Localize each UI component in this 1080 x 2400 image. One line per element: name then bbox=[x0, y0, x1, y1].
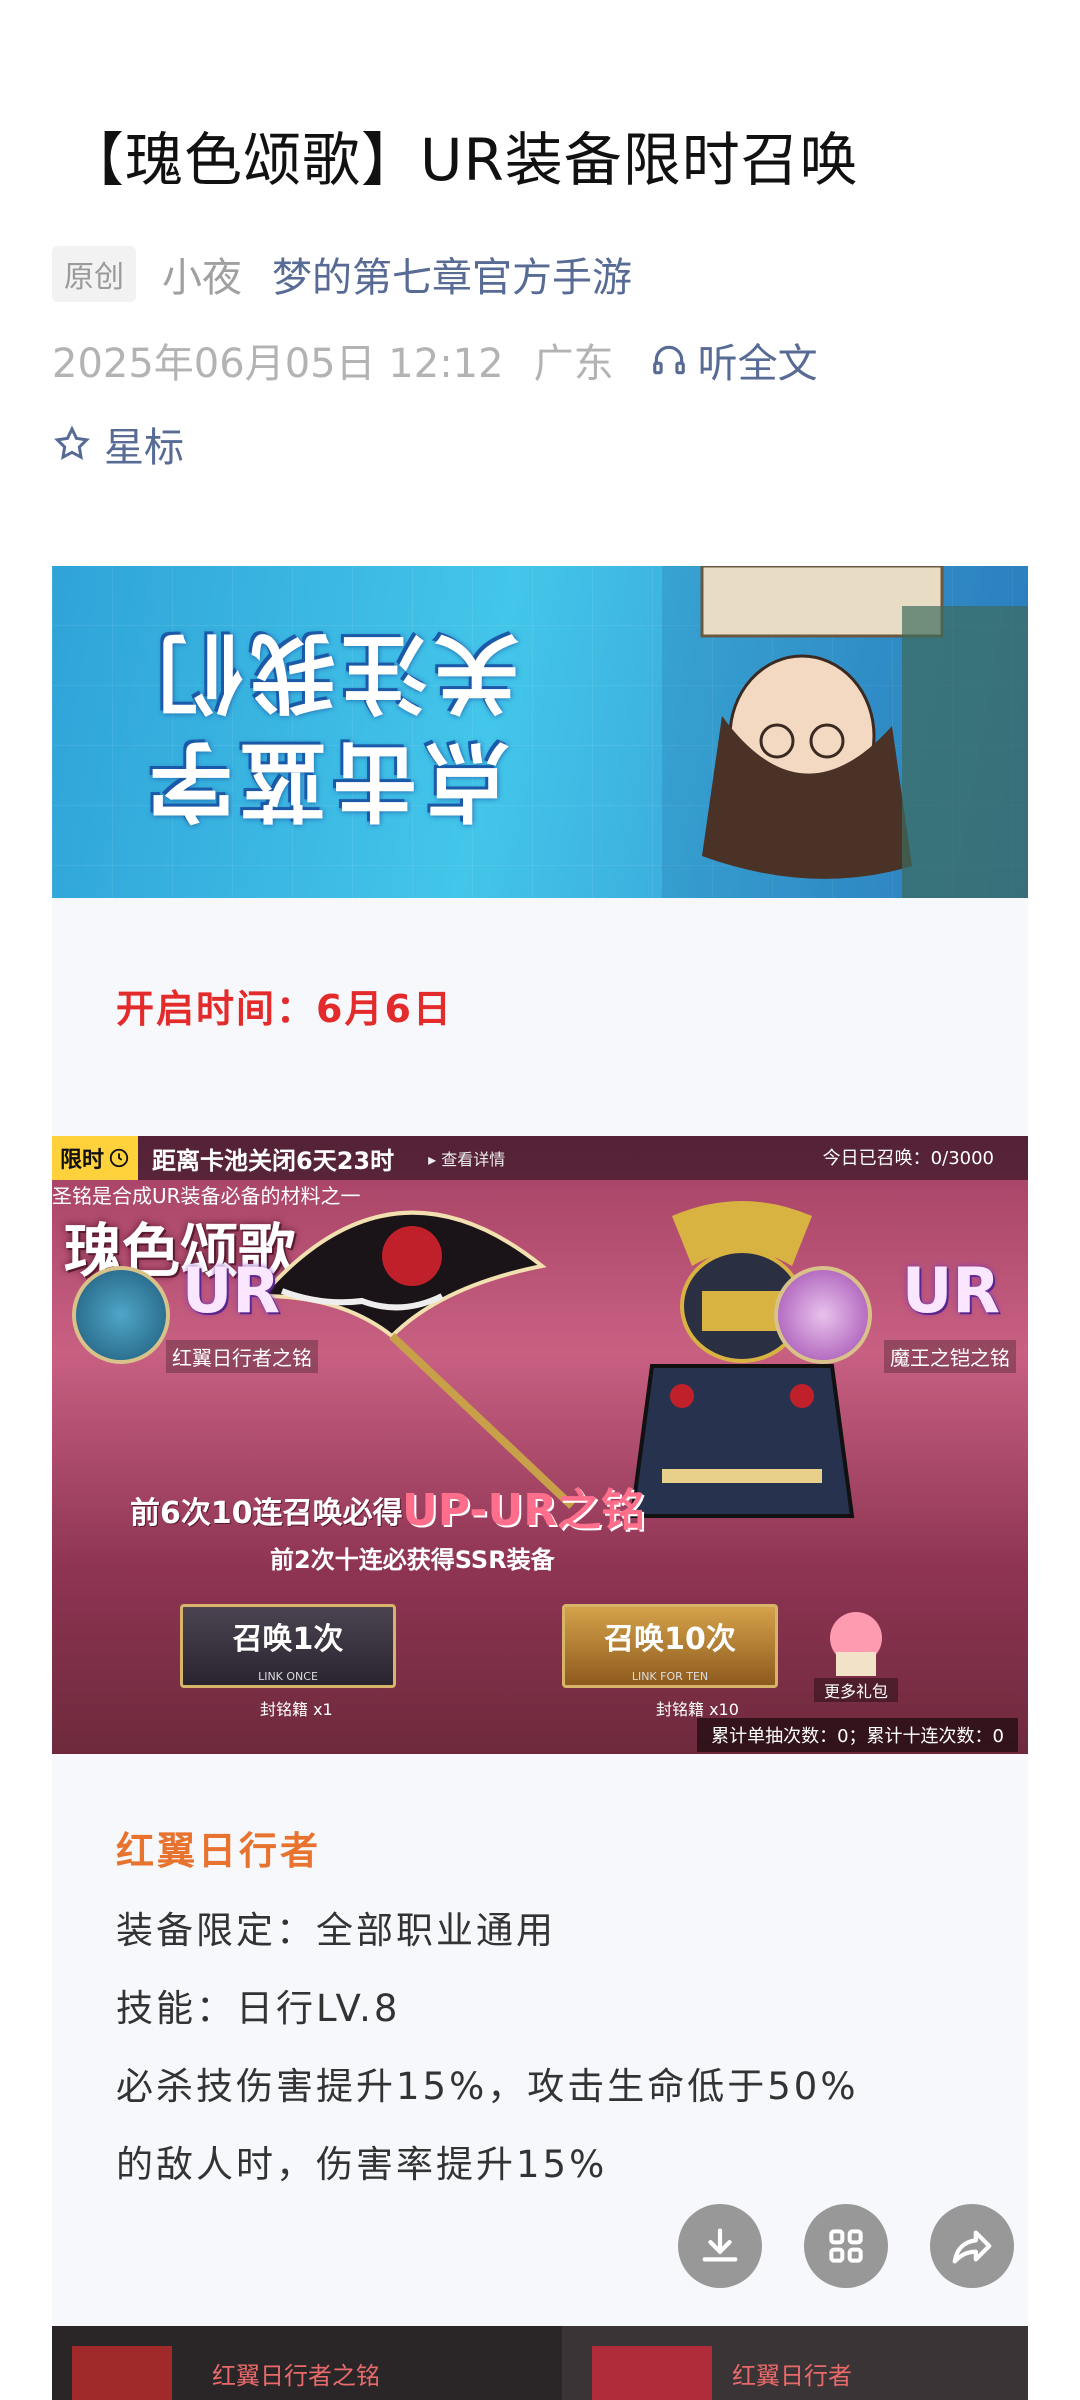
summon-once-button: 召唤1次 LINK ONCE bbox=[180, 1604, 396, 1688]
summon-ten-button: 召唤10次 LINK FOR TEN bbox=[562, 1604, 778, 1688]
right-item-emblem bbox=[774, 1266, 872, 1364]
star-label: 星标 bbox=[104, 425, 184, 471]
limited-badge: 限时 bbox=[52, 1136, 139, 1180]
share-icon bbox=[952, 2230, 992, 2264]
grid-icon bbox=[829, 2229, 863, 2263]
article-title: 【瑰色颂歌】UR装备限时召唤 bbox=[66, 126, 859, 194]
more-gifts-label: 更多礼包 bbox=[814, 1678, 898, 1702]
summon-ten-sub: LINK FOR TEN bbox=[631, 1670, 709, 1683]
pool-countdown: 距离卡池关闭6天23时 bbox=[152, 1146, 395, 1175]
summon-counter: 累计单抽次数：0；累计十连次数：0 bbox=[697, 1718, 1018, 1752]
strip-right-cell: 红翼日行者 bbox=[562, 2326, 1028, 2400]
summon-once-sub: LINK ONCE bbox=[258, 1670, 318, 1683]
next-image-strip: 红翼日行者之铭 红翼日行者 bbox=[52, 2326, 1028, 2400]
listen-label: 听全文 bbox=[697, 341, 818, 387]
banner-text-line1: 关注我们 bbox=[152, 622, 520, 722]
game-top-bar: 限时 距离卡池关闭6天23时 ▸ 查看详情 今日已召唤：0/3000 bbox=[52, 1136, 1028, 1180]
summon-screenshot: 限时 距离卡池关闭6天23时 ▸ 查看详情 今日已召唤：0/3000 圣铭是合成… bbox=[52, 1136, 1028, 1754]
banner-text-line2: 点击蓝字 bbox=[142, 730, 510, 830]
strip-right-label: 红翼日行者 bbox=[732, 2362, 852, 2390]
left-rarity-label: UR bbox=[182, 1254, 281, 1327]
gift-character-icon bbox=[830, 1612, 882, 1676]
character-illustration bbox=[662, 566, 1028, 898]
article-meta: 原创 小夜 梦的第七章官方手游 bbox=[52, 244, 632, 304]
single-cost: 封铭籍 x1 bbox=[260, 1700, 333, 1719]
strip-left-label: 红翼日行者之铭 bbox=[212, 2362, 380, 2390]
right-rarity-label: UR bbox=[902, 1254, 1001, 1327]
follow-banner-image[interactable]: 关注我们 点击蓝字 bbox=[52, 566, 1028, 898]
paragraph-line: 装备限定：全部职业通用 bbox=[116, 1909, 556, 1952]
location: 广东 bbox=[533, 341, 614, 387]
strip-right-thumb bbox=[592, 2346, 712, 2400]
article-info: 2025年06月05日 12:12 广东 听全文 bbox=[52, 330, 818, 390]
original-badge: 原创 bbox=[52, 246, 136, 302]
promo-line-2: 前2次十连必获得SSR装备 bbox=[270, 1546, 555, 1574]
paragraph-line: 技能：日行LV.8 bbox=[116, 1987, 401, 2030]
article-body: 关注我们 点击蓝字 开启时间：6月6日 限时 距离卡池关闭6天23时 ▸ 查看详… bbox=[52, 566, 1028, 2400]
grid-button[interactable] bbox=[804, 2204, 888, 2288]
promo-line-1: 前6次10连召唤必得 bbox=[130, 1496, 403, 1531]
left-item-name: 红翼日行者之铭 bbox=[166, 1340, 318, 1373]
paragraph-line: 的敌人时，伤害率提升15% bbox=[116, 2143, 608, 2186]
summon-ten-label: 召唤10次 bbox=[604, 1622, 736, 1657]
today-summon-count: 今日已召唤：0/3000 bbox=[822, 1148, 994, 1169]
share-button[interactable] bbox=[930, 2204, 1014, 2288]
summon-once-label: 召唤1次 bbox=[232, 1622, 344, 1657]
clock-icon bbox=[109, 1148, 129, 1168]
account-link[interactable]: 梦的第七章官方手游 bbox=[272, 245, 632, 303]
more-gifts: 更多礼包 bbox=[814, 1606, 898, 1702]
ten-cost: 封铭籍 x10 bbox=[656, 1700, 739, 1719]
strip-left-cell: 红翼日行者之铭 bbox=[72, 2326, 552, 2400]
download-icon bbox=[702, 2228, 738, 2262]
star-button[interactable]: 星标 bbox=[52, 414, 184, 474]
author-name: 小夜 bbox=[162, 255, 242, 301]
headphones-icon bbox=[652, 345, 685, 375]
limited-badge-label: 限时 bbox=[60, 1148, 105, 1173]
samurai-armor-art bbox=[629, 1201, 855, 1518]
view-details-link: ▸ 查看详情 bbox=[428, 1150, 506, 1169]
star-icon bbox=[54, 425, 90, 460]
promo-highlight: UP-UR之铭 bbox=[402, 1485, 646, 1536]
left-item-emblem bbox=[72, 1266, 170, 1364]
open-time: 开启时间：6月6日 bbox=[116, 987, 453, 1031]
publish-time: 2025年06月05日 12:12 bbox=[52, 341, 504, 387]
strip-left-thumb bbox=[72, 2346, 172, 2400]
paragraph-line: 必杀技伤害提升15%，攻击生命低于50% bbox=[116, 2065, 859, 2108]
listen-button[interactable]: 听全文 bbox=[650, 331, 818, 389]
right-item-name: 魔王之铠之铭 bbox=[884, 1340, 1016, 1373]
section-title: 红翼日行者 bbox=[116, 1829, 322, 1873]
download-button[interactable] bbox=[678, 2204, 762, 2288]
